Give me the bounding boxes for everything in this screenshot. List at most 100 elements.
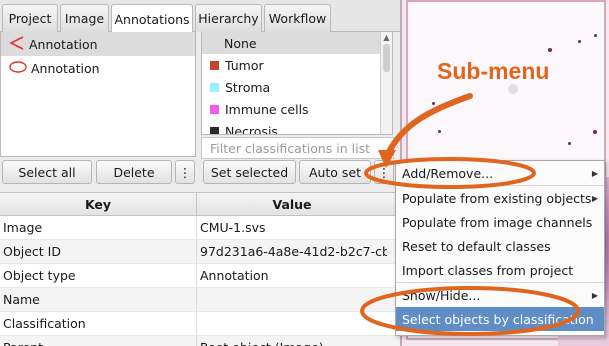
- menu-item-import-classes[interactable]: Import classes from project: [396, 258, 604, 282]
- class-label: Stroma: [225, 79, 271, 95]
- menu-item-label: Import classes from project: [402, 262, 574, 278]
- class-item-necrosis[interactable]: Necrosis: [202, 120, 392, 134]
- menu-item-label: Populate from existing objects: [402, 190, 592, 206]
- row-value: CMU-1.svs: [200, 220, 266, 235]
- class-item-immune-cells[interactable]: Immune cells: [202, 98, 392, 120]
- tab-image[interactable]: Image: [60, 4, 109, 32]
- button-label: Auto set: [308, 164, 362, 180]
- table-header: Key Value: [0, 192, 400, 216]
- auto-set-button[interactable]: Auto set: [299, 160, 371, 184]
- tab-bar: Project Image Annotations Hierarchy Work…: [0, 0, 400, 33]
- tab-annotations[interactable]: Annotations: [111, 4, 193, 33]
- menu-item-reset-default[interactable]: Reset to default classes: [396, 234, 604, 258]
- row-value: Annotation: [200, 268, 269, 283]
- tissue-speck: [508, 84, 518, 94]
- menu-item-label: Populate from image channels: [402, 214, 593, 230]
- class-label: Tumor: [225, 57, 264, 73]
- class-label: Immune cells: [225, 101, 309, 117]
- row-key: Object ID: [0, 240, 197, 263]
- color-swatch: [210, 104, 219, 114]
- value-column-header[interactable]: Value: [197, 193, 387, 215]
- tab-label: Workflow: [268, 11, 327, 26]
- select-all-button[interactable]: Select all: [2, 160, 92, 184]
- tissue-speck: [548, 48, 552, 52]
- tab-hierarchy[interactable]: Hierarchy: [195, 4, 262, 32]
- more-icon: ⋮: [178, 164, 192, 180]
- row-value: [197, 288, 387, 311]
- table-row[interactable]: Object type Annotation: [0, 264, 400, 288]
- class-label: None: [224, 35, 257, 51]
- class-item-none[interactable]: None: [202, 32, 392, 54]
- scroll-up-icon[interactable]: ▲: [381, 32, 392, 44]
- class-filter-input[interactable]: Filter classifications in list: [201, 137, 394, 159]
- tissue-speck: [578, 40, 581, 43]
- tab-project[interactable]: Project: [2, 4, 58, 32]
- annotation-more-button[interactable]: ⋮: [175, 160, 195, 184]
- callout-label: Sub-menu: [437, 58, 550, 84]
- button-label: Select all: [18, 164, 76, 180]
- annotation-item[interactable]: Annotation: [1, 56, 195, 80]
- menu-item-label: Show/Hide...: [402, 287, 481, 303]
- class-item-tumor[interactable]: Tumor: [202, 54, 392, 76]
- tab-label: Hierarchy: [198, 11, 259, 26]
- table-row[interactable]: Classification: [0, 312, 400, 336]
- set-selected-button[interactable]: Set selected: [203, 160, 296, 184]
- tissue-speck: [594, 34, 597, 37]
- annotation-list[interactable]: Annotation Annotation: [0, 32, 196, 157]
- class-more-button[interactable]: ⋮: [374, 160, 394, 184]
- polygon-icon: [9, 35, 25, 53]
- menu-item-show-hide[interactable]: Show/Hide... ▶: [396, 283, 604, 307]
- header-label: Key: [84, 196, 112, 212]
- tab-label: Image: [64, 11, 105, 26]
- row-value: [197, 312, 387, 335]
- button-label: Delete: [113, 164, 155, 180]
- row-key: Object type: [0, 264, 197, 287]
- row-key: Image: [0, 216, 197, 239]
- annotation-item[interactable]: Annotation: [1, 32, 195, 56]
- context-menu[interactable]: Add/Remove... ▶ Populate from existing o…: [395, 160, 605, 336]
- color-swatch: [210, 60, 219, 70]
- annotation-label: Annotation: [31, 60, 100, 76]
- header-label: Value: [272, 196, 312, 212]
- row-value: 97d231a6-4a8e-41d2-b2c7-cb...: [200, 244, 387, 259]
- menu-item-populate-existing[interactable]: Populate from existing objects ▶: [396, 186, 604, 210]
- submenu-arrow-icon: ▶: [591, 290, 598, 300]
- table-body: Image CMU-1.svs Object ID 97d231a6-4a8e-41…: [0, 216, 400, 346]
- annotation-label: Annotation: [29, 36, 98, 52]
- menu-item-add-remove[interactable]: Add/Remove... ▶: [396, 161, 604, 185]
- class-item-stroma[interactable]: Stroma: [202, 76, 392, 98]
- tab-workflow[interactable]: Workflow: [264, 4, 331, 32]
- tissue-speck: [593, 130, 597, 134]
- menu-item-label: Reset to default classes: [402, 238, 551, 254]
- ellipse-icon: [9, 60, 27, 76]
- row-value: Root object (Image): [197, 336, 387, 346]
- key-column-header[interactable]: Key: [0, 193, 197, 215]
- classification-list[interactable]: None Tumor Stroma Immune cells Necrosis …: [201, 32, 393, 135]
- table-row[interactable]: ParentRoot object (Image): [0, 336, 400, 346]
- more-icon: ⋮: [377, 164, 391, 180]
- row-key: Name: [0, 288, 197, 311]
- submenu-arrow-icon: ▶: [591, 168, 598, 178]
- menu-item-select-by-class[interactable]: Select objects by classification: [396, 307, 604, 331]
- row-key: Parent: [0, 336, 197, 346]
- class-list-scrollbar[interactable]: ▲: [380, 32, 392, 134]
- tissue-speck: [568, 142, 571, 145]
- color-swatch: [210, 126, 219, 134]
- table-row[interactable]: Object ID 97d231a6-4a8e-41d2-b2c7-cb...: [0, 240, 400, 264]
- row-key: Classification: [0, 312, 197, 335]
- table-row[interactable]: Name: [0, 288, 400, 312]
- button-label: Set selected: [210, 164, 289, 180]
- tissue-speck: [432, 102, 435, 105]
- menu-item-populate-channels[interactable]: Populate from image channels: [396, 210, 604, 234]
- scroll-thumb[interactable]: [383, 44, 390, 72]
- color-swatch: [210, 82, 219, 92]
- delete-button[interactable]: Delete: [96, 160, 172, 184]
- tissue-speck: [438, 130, 441, 133]
- tab-label: Project: [8, 11, 52, 26]
- tab-label: Annotations: [114, 11, 190, 27]
- filter-placeholder: Filter classifications in list: [210, 140, 370, 156]
- submenu-arrow-icon: ▶: [591, 193, 598, 203]
- menu-item-label: Select objects by classification: [402, 311, 594, 327]
- table-row[interactable]: Image CMU-1.svs: [0, 216, 400, 240]
- measurement-table: Key Value Image CMU-1.svs Object ID 97d231…: [0, 192, 400, 346]
